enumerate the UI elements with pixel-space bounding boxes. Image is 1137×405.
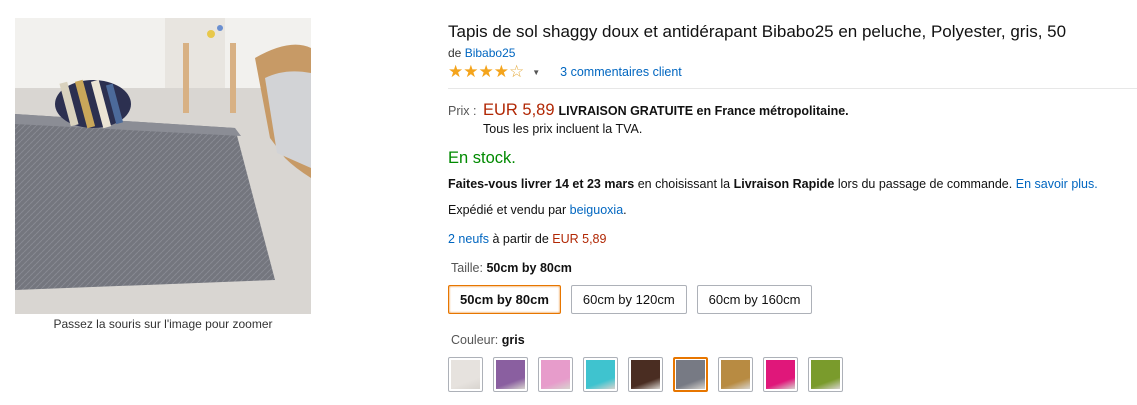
product-title: Tapis de sol shaggy doux et antidérapant… — [448, 22, 1067, 41]
brand-prefix: de — [448, 46, 462, 60]
product-image[interactable] — [15, 18, 311, 314]
size-options: 50cm by 80cm 60cm by 120cm 60cm by 160cm — [448, 285, 813, 314]
free-shipping-text: LIVRAISON GRATUITE en France métropolita… — [558, 104, 849, 118]
star-full-icon: ★ — [448, 62, 464, 81]
delivery-option: Livraison Rapide — [733, 177, 835, 191]
price-row: Prix : EUR 5,89 LIVRAISON GRATUITE en Fr… — [448, 101, 849, 120]
stock-status: En stock. — [448, 149, 516, 167]
offers-line: 2 neufs à partir de EUR 5,89 — [448, 232, 606, 246]
swatch-thumbnail — [676, 360, 705, 389]
zoom-hint: Passez la souris sur l'image pour zoomer — [53, 317, 273, 331]
price-amount: EUR 5,89 — [483, 101, 555, 119]
new-offers-link[interactable]: 2 neufs — [448, 232, 489, 246]
swatch-thumbnail — [631, 360, 660, 389]
chevron-down-icon[interactable]: ▼ — [532, 68, 540, 77]
rating-row: ★★★★☆ ▼ 3 commentaires client — [448, 63, 682, 81]
seller-link[interactable]: beiguoxia — [570, 203, 624, 217]
price-label: Prix : — [448, 104, 477, 118]
color-swatch[interactable] — [583, 357, 618, 392]
star-empty-icon: ☆ — [509, 62, 525, 81]
offers-price: EUR 5,89 — [552, 232, 607, 246]
size-option-60x160[interactable]: 60cm by 160cm — [696, 285, 813, 314]
swatch-thumbnail — [721, 360, 750, 389]
size-option-50x80[interactable]: 50cm by 80cm — [448, 285, 561, 314]
delivery-text-end: lors du passage de commande. — [837, 177, 1013, 191]
color-swatch[interactable] — [628, 357, 663, 392]
size-selected: 50cm by 80cm — [486, 261, 572, 275]
star-full-icon: ★ — [493, 62, 509, 81]
color-swatch[interactable] — [448, 357, 483, 392]
sold-by-period: . — [623, 203, 627, 217]
size-option-60x120[interactable]: 60cm by 120cm — [570, 285, 687, 314]
color-selected: gris — [501, 333, 525, 347]
delivery-dates: Faites-vous livrer 14 et 23 mars — [448, 177, 635, 191]
swatch-thumbnail — [541, 360, 570, 389]
learn-more-link[interactable]: En savoir plus. — [1016, 177, 1098, 191]
color-label: Couleur: — [451, 333, 499, 347]
brand-link[interactable]: Bibabo25 — [465, 46, 516, 60]
offers-text: à partir de — [492, 232, 549, 246]
star-rating[interactable]: ★★★★☆ — [448, 63, 524, 81]
rug-photo — [15, 18, 311, 314]
star-full-icon: ★ — [478, 62, 494, 81]
color-swatch[interactable] — [763, 357, 798, 392]
color-swatch[interactable] — [808, 357, 843, 392]
color-swatch[interactable] — [718, 357, 753, 392]
color-swatch[interactable] — [493, 357, 528, 392]
sold-by: Expédié et vendu par beiguoxia. — [448, 203, 627, 217]
delivery-text: en choisissant la — [637, 177, 731, 191]
delivery-info: Faites-vous livrer 14 et 23 mars en choi… — [448, 177, 1098, 191]
swatch-thumbnail — [451, 360, 480, 389]
swatch-thumbnail — [496, 360, 525, 389]
color-swatches — [448, 357, 843, 392]
reviews-link[interactable]: 3 commentaires client — [560, 65, 682, 79]
size-label-row: Taille: 50cm by 80cm — [451, 261, 572, 275]
star-full-icon: ★ — [463, 62, 479, 81]
swatch-thumbnail — [766, 360, 795, 389]
divider — [448, 88, 1137, 89]
color-label-row: Couleur: gris — [451, 333, 525, 347]
swatch-thumbnail — [586, 360, 615, 389]
size-label: Taille: — [451, 261, 483, 275]
swatch-thumbnail — [811, 360, 840, 389]
brand-line: de Bibabo25 — [448, 46, 515, 60]
color-swatch[interactable] — [538, 357, 573, 392]
tax-note: Tous les prix incluent la TVA. — [483, 122, 643, 136]
color-swatch[interactable] — [673, 357, 708, 392]
sold-by-text: Expédié et vendu par — [448, 203, 567, 217]
